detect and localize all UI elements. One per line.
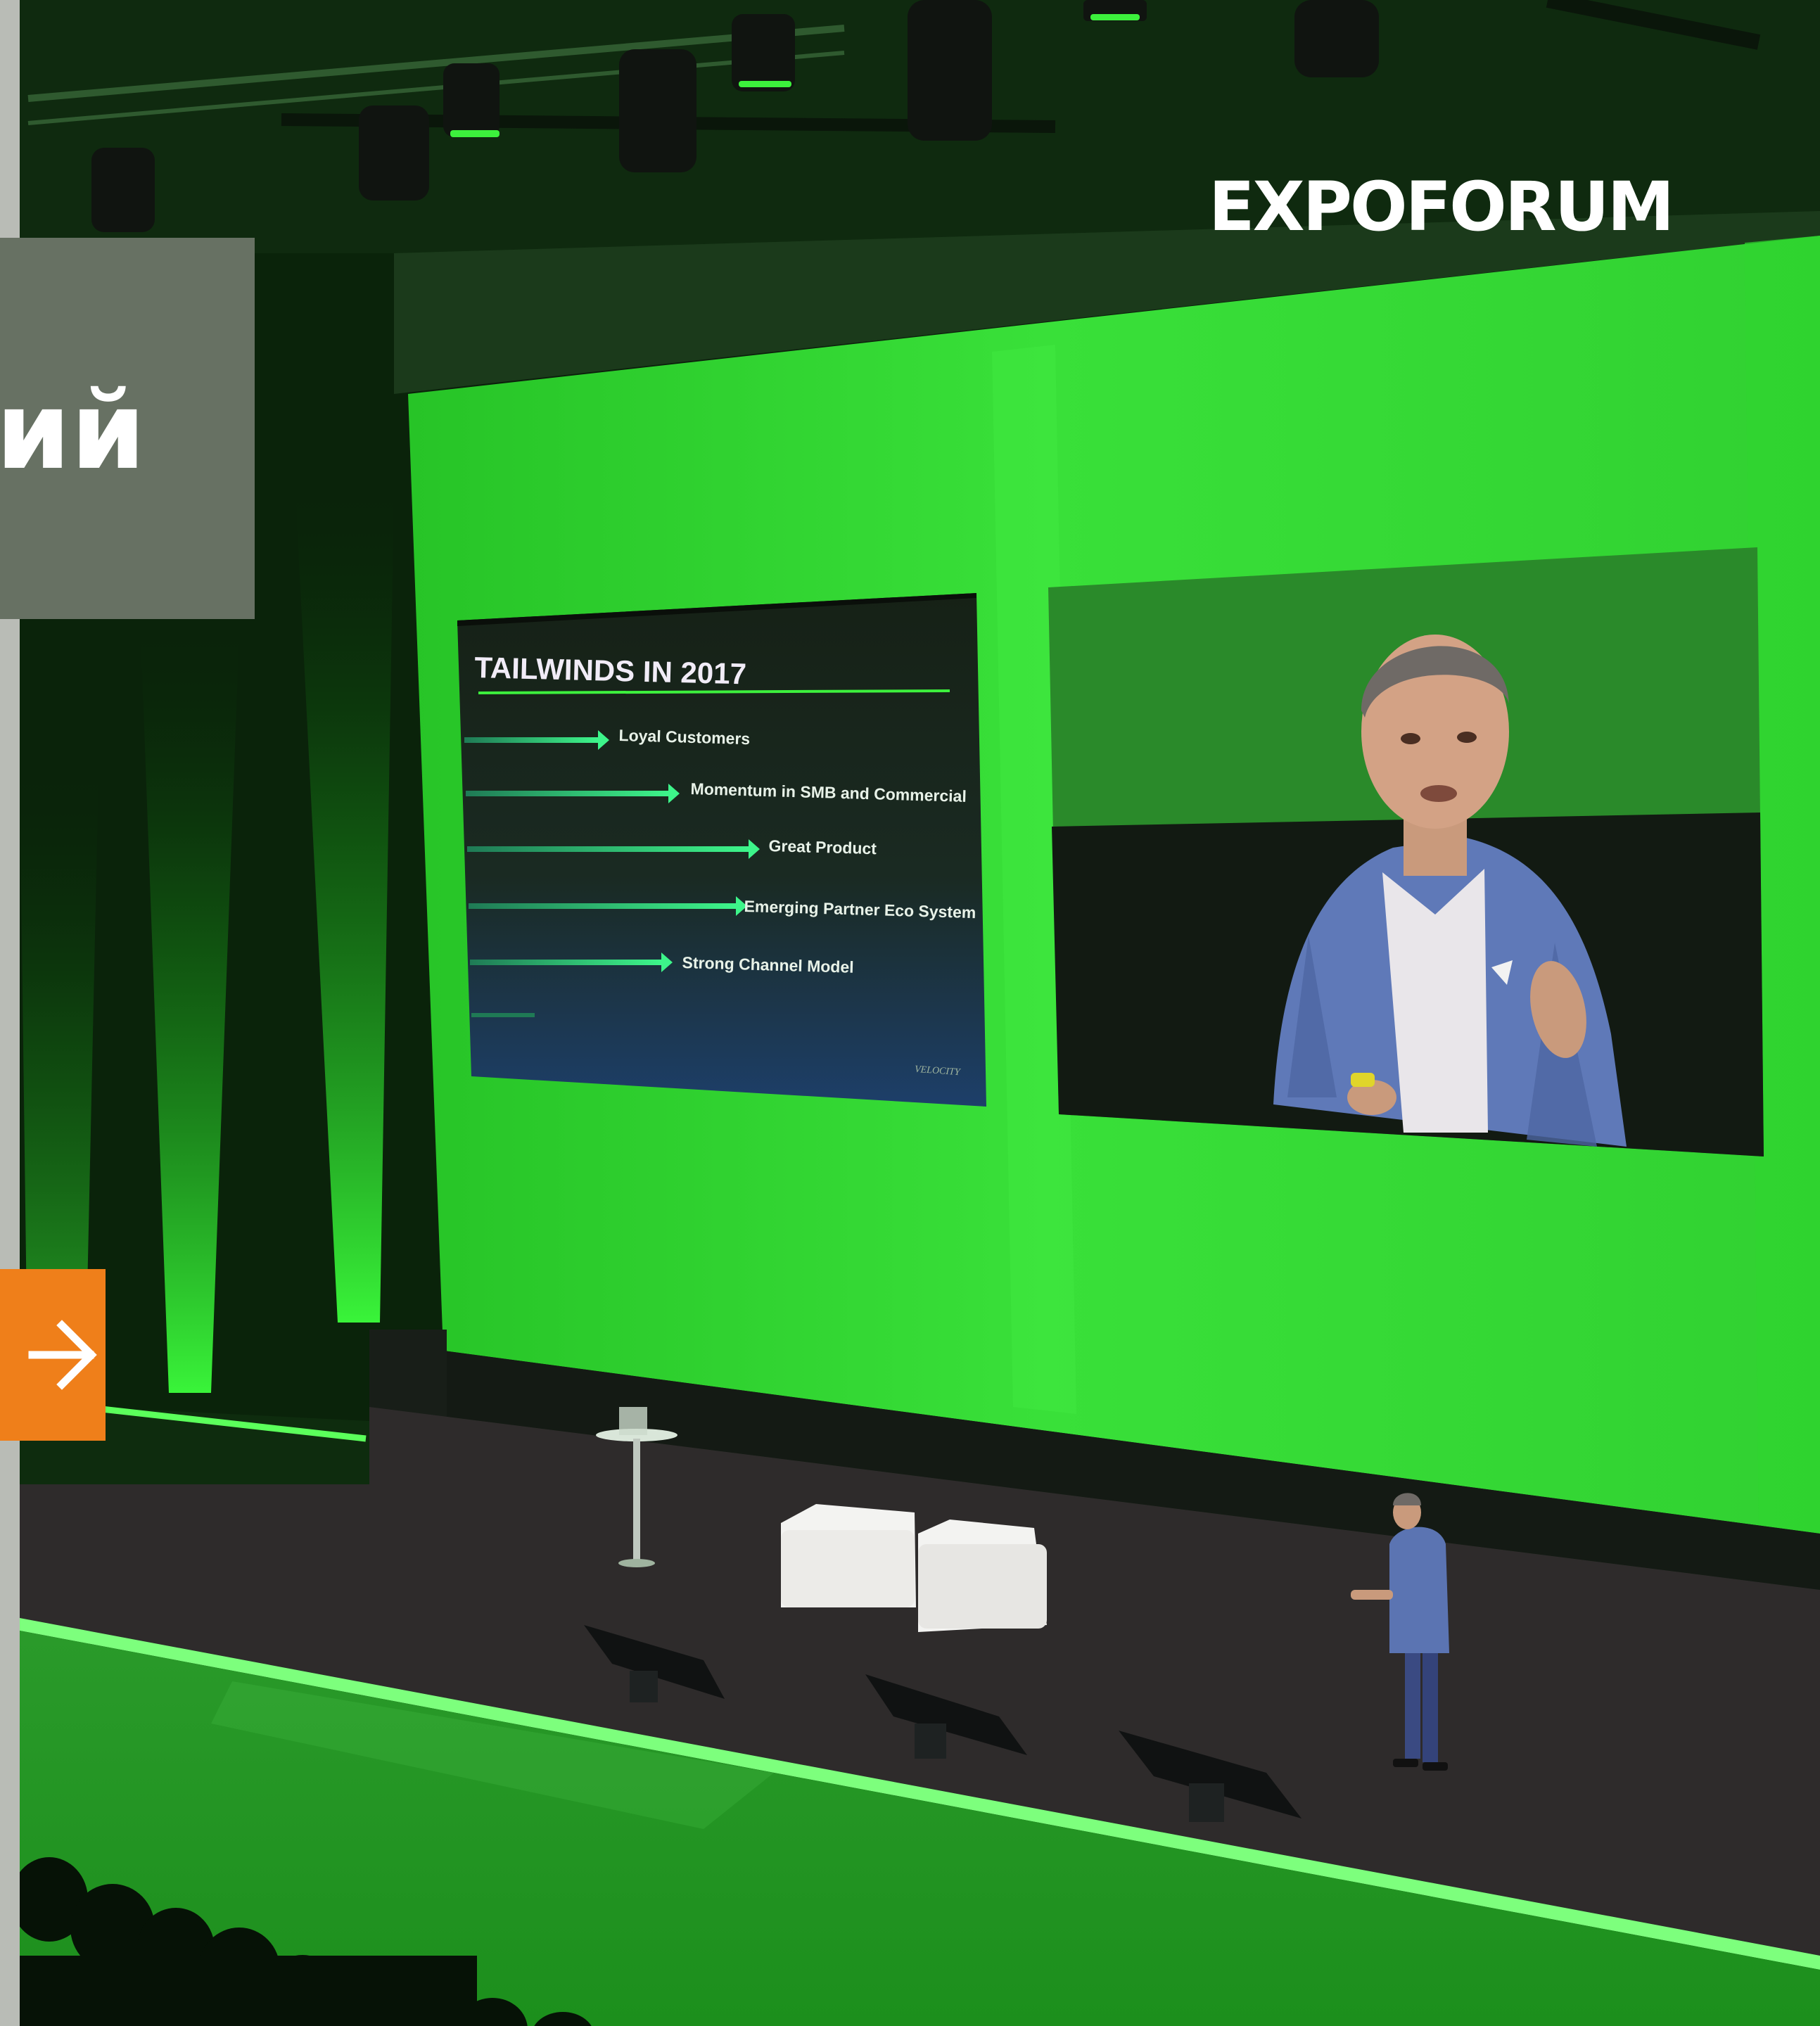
slide-bullet: Loyal Customers [618,726,751,748]
slide-bullet: Great Product [768,836,877,858]
event-photo [0,0,1820,2026]
brand-logo: EXPOFORUM [1209,167,1674,246]
next-button[interactable] [0,1269,106,1441]
title-text: ий [0,369,146,493]
slide-title: TAILWINDS IN 2017 [473,651,747,691]
title-card: ий [0,238,255,619]
arrow-right-icon [28,1320,97,1390]
